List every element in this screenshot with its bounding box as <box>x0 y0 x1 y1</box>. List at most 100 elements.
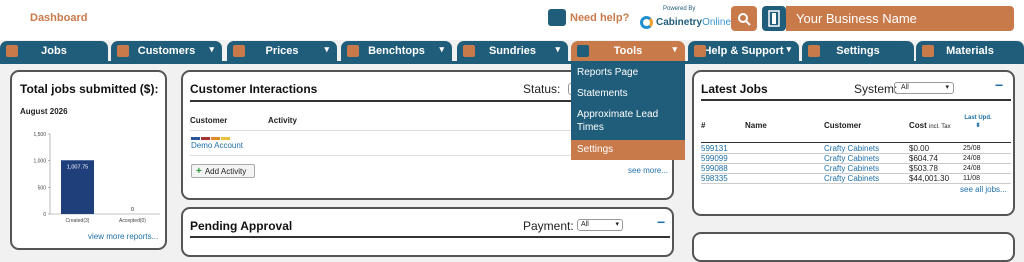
tab-jobs[interactable]: Jobs <box>0 41 108 61</box>
tab-benchtops[interactable]: Benchtops ▾ <box>341 41 452 61</box>
tab-materials[interactable]: Materials <box>916 41 1024 61</box>
chevron-down-icon: ▾ <box>615 221 619 228</box>
col-cost: Cost incl. Tax <box>909 121 951 130</box>
panel-title: Pending Approval <box>190 219 293 233</box>
menu-item-approximate-lead-times[interactable]: Approximate Lead Times <box>571 108 679 134</box>
y-tick-label: 1,000 <box>33 159 46 165</box>
customer-link[interactable]: Crafty Cabinets <box>824 144 879 154</box>
color-swatch <box>221 137 230 140</box>
nav-underline <box>0 61 1024 64</box>
tab-sundries[interactable]: Sundries ▾ <box>457 41 568 61</box>
data-label: 1,007.75 <box>67 164 88 170</box>
y-tick-label: 1,500 <box>33 132 46 138</box>
col-num: # <box>701 121 706 130</box>
header: Dashboard Need help? Powered By Cabinetr… <box>0 0 1024 51</box>
col-cost-label: Cost <box>909 121 927 130</box>
divider <box>701 142 1011 143</box>
cabinetry-online-logo: CabinetryOnline <box>640 14 731 30</box>
business-name-button[interactable]: Your Business Name (Cabinetry.Online) <box>786 6 1014 51</box>
job-cost: $503.78 <box>909 164 938 173</box>
tab-customers[interactable]: Customers ▾ <box>111 41 222 61</box>
tab-help-support[interactable]: Help & Support ▾ <box>688 41 799 61</box>
job-date: 25/08 <box>963 145 981 152</box>
job-cost: $44,001.30 <box>909 174 950 183</box>
payment-select[interactable]: All ▾ <box>577 219 623 231</box>
data-label: 0 <box>131 207 134 213</box>
job-date: 11/08 <box>963 175 980 182</box>
chevron-down-icon: ▾ <box>324 44 329 54</box>
col-last-updated[interactable]: Last Upd. ⬍ <box>962 114 994 130</box>
menu-item-statements[interactable]: Statements <box>571 87 685 100</box>
tab-label: Sundries <box>488 45 537 57</box>
payment-label: Payment: <box>523 219 574 233</box>
main-nav: Jobs Customers ▾ Prices ▾ Benchtops ▾ Su… <box>0 41 1024 61</box>
search-button[interactable] <box>731 6 757 31</box>
menu-item-reports-page[interactable]: Reports Page <box>571 66 685 79</box>
tab-label: Prices <box>265 45 299 57</box>
secondary-panel <box>692 232 1015 262</box>
customer-link[interactable]: Demo Account <box>191 141 243 150</box>
system-select[interactable]: All ▾ <box>894 82 954 94</box>
sundries-icon <box>463 45 475 57</box>
settings-icon <box>808 45 820 57</box>
logo-suffix-text: Online <box>702 16 732 28</box>
need-help-link[interactable]: Need help? <box>570 12 629 24</box>
panel-title: Customer Interactions <box>190 82 318 96</box>
customer-link[interactable]: Crafty Cabinets <box>824 174 879 184</box>
job-cost: $0.00 <box>909 144 930 153</box>
tab-label: Jobs <box>41 45 67 57</box>
view-more-reports-link[interactable]: view more reports... <box>88 232 158 241</box>
col-customer: Customer <box>190 116 228 125</box>
chevron-down-icon: ▾ <box>555 44 560 54</box>
x-tick-label: Accepted(0) <box>119 218 146 224</box>
business-door-icon[interactable] <box>762 6 786 31</box>
tools-dropdown-menu: Reports Page Statements Approximate Lead… <box>571 61 685 160</box>
system-value: All <box>901 84 909 91</box>
gear-icon <box>577 45 589 57</box>
job-number-link[interactable]: 598335 <box>701 174 728 184</box>
table-row[interactable]: 599131 Crafty Cabinets $0.00 25/08 <box>701 144 1011 154</box>
add-activity-button[interactable]: + Add Activity <box>191 164 255 178</box>
tab-label: Tools <box>613 45 643 57</box>
payment-value: All <box>581 221 589 228</box>
customer-link[interactable]: Crafty Cabinets <box>824 164 879 174</box>
tab-prices[interactable]: Prices ▾ <box>227 41 337 61</box>
chevron-down-icon: ▾ <box>786 44 791 54</box>
panel-title: Latest Jobs <box>701 82 768 96</box>
tab-settings[interactable]: Settings <box>802 41 914 61</box>
customer-link[interactable]: Crafty Cabinets <box>824 154 879 164</box>
col-activity: Activity <box>268 116 297 125</box>
y-tick-label: 500 <box>38 185 47 191</box>
logo-circle-icon <box>640 15 653 29</box>
chevron-down-icon: ▾ <box>439 44 444 54</box>
col-cost-note: incl. Tax <box>929 124 951 130</box>
job-cost: $604.74 <box>909 154 938 163</box>
table-row[interactable]: 599099 Crafty Cabinets $604.74 24/08 <box>701 154 1011 164</box>
collapse-icon[interactable]: − <box>995 77 1003 93</box>
job-number-link[interactable]: 599099 <box>701 154 728 164</box>
job-number-link[interactable]: 599131 <box>701 144 728 154</box>
chevron-down-icon: ▾ <box>945 84 949 91</box>
pending-approval-panel: Pending Approval Payment: All ▾ − <box>181 207 674 257</box>
help-icon <box>694 45 706 57</box>
see-more-link[interactable]: see more... <box>628 166 668 175</box>
tab-label: Settings <box>836 45 880 57</box>
col-name: Name <box>745 121 767 130</box>
divider <box>701 99 1011 101</box>
tab-label: Benchtops <box>368 45 425 57</box>
chat-help-icon[interactable] <box>548 9 566 26</box>
table-row[interactable]: 599088 Crafty Cabinets $503.78 24/08 <box>701 164 1011 174</box>
color-swatch <box>191 137 200 140</box>
latest-jobs-panel: Latest Jobs System: All ▾ − # Name Custo… <box>692 70 1015 216</box>
chart-month: August 2026 <box>20 107 68 116</box>
table-row[interactable]: 598335 Crafty Cabinets $44,001.30 11/08 <box>701 174 1011 184</box>
color-swatch <box>201 137 210 140</box>
collapse-icon[interactable]: − <box>657 214 665 230</box>
col-last-updated-label: Last Upd. <box>964 115 992 121</box>
materials-icon <box>922 45 934 57</box>
benchtops-icon <box>347 45 359 57</box>
see-all-jobs-link[interactable]: see all jobs... <box>960 185 1007 194</box>
job-number-link[interactable]: 599088 <box>701 164 728 174</box>
tab-tools[interactable]: Tools ▾ <box>571 41 685 61</box>
menu-item-settings[interactable]: Settings <box>571 140 685 160</box>
